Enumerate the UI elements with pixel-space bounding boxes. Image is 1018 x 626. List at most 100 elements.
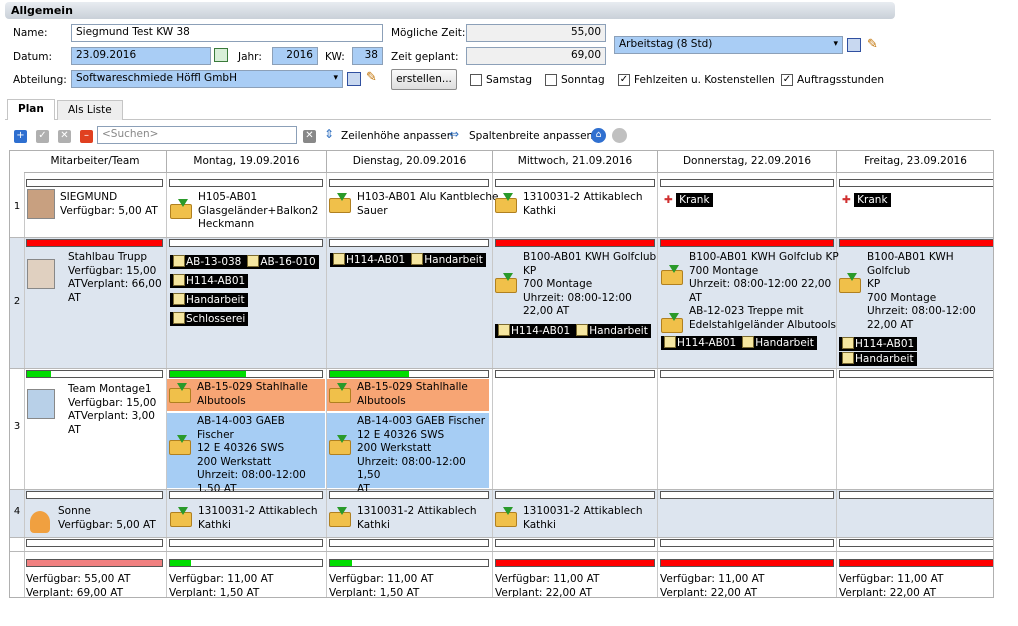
capacity-bar bbox=[26, 491, 163, 499]
spaltenbreite-button[interactable]: Spaltenbreite anpassen bbox=[469, 130, 593, 142]
task-title: AB-14-003 GAEB Fischer bbox=[357, 415, 486, 427]
task-card[interactable]: AB-15-029 Stahlhalle Albutools bbox=[167, 379, 325, 411]
kw-label: KW: bbox=[325, 51, 345, 63]
search-input[interactable]: <Suchen> bbox=[97, 126, 297, 144]
summary-bar bbox=[495, 559, 655, 567]
col-header-mittwoch[interactable]: Mittwoch, 21.09.2016 bbox=[493, 151, 658, 173]
datum-field[interactable]: 23.09.2016 bbox=[71, 47, 211, 65]
task-card[interactable]: AB-14-003 GAEB Fischer 12 E 40326 SWS 20… bbox=[167, 413, 325, 495]
fehlzeiten-label: Fehlzeiten u. Kostenstellen bbox=[634, 74, 775, 86]
zeit-geplant-field: 69,00 bbox=[466, 47, 606, 65]
task-title: H105-AB01 bbox=[198, 191, 258, 203]
plan-grid: Mitarbeiter/Team Montag, 19.09.2016 Dien… bbox=[9, 150, 994, 598]
row-number: 4 bbox=[13, 506, 21, 517]
capacity-bar bbox=[26, 370, 163, 378]
capacity-bar bbox=[660, 539, 834, 547]
tab-plan[interactable]: Plan bbox=[7, 99, 55, 120]
task-card[interactable]: H103-AB01 Alu Kantbleche Sauer bbox=[329, 191, 499, 218]
avatar bbox=[30, 511, 50, 533]
tag-item[interactable]: Handarbeit bbox=[739, 336, 817, 350]
home-icon[interactable]: ⌂ bbox=[591, 128, 606, 143]
task-card[interactable]: 1310031-2 Attikablech Kathki bbox=[495, 191, 643, 218]
task-line: Kathki bbox=[523, 518, 556, 531]
tag-item[interactable]: AB-16-010 bbox=[244, 255, 319, 269]
absence-label: Krank bbox=[676, 193, 713, 207]
remove-icon[interactable]: – bbox=[80, 130, 93, 143]
task-card[interactable]: 1310031-2 Attikablech Kathki bbox=[170, 505, 318, 532]
folder-icon bbox=[495, 273, 519, 293]
absence-card[interactable]: ✚ Krank bbox=[842, 193, 891, 208]
task-title: B100-AB01 KWH Golfclub bbox=[523, 251, 657, 263]
clear-search-icon[interactable]: ✕ bbox=[303, 130, 316, 143]
task-line: Albutools bbox=[357, 394, 406, 407]
add-icon[interactable]: + bbox=[14, 130, 27, 143]
tag-item[interactable]: Schlosserei bbox=[170, 312, 249, 326]
summary-bar bbox=[26, 559, 163, 567]
capacity-bar bbox=[660, 239, 834, 247]
check-icon[interactable]: ✓ bbox=[36, 130, 49, 143]
folder-icon bbox=[661, 313, 685, 333]
task-line: AT bbox=[689, 291, 702, 304]
tag-label: Handarbeit bbox=[855, 352, 914, 365]
task-line: Albutools bbox=[197, 394, 246, 407]
employee-available: Verfügbar: 15,00 bbox=[68, 396, 157, 409]
task-card[interactable]: B100-AB01 KWH Golfclub KP 700 Montage Uh… bbox=[839, 251, 993, 366]
name-field[interactable]: Siegmund Test KW 38 bbox=[71, 24, 383, 42]
tag-item[interactable]: Handarbeit bbox=[839, 351, 917, 366]
tag-item[interactable]: H114-AB01 bbox=[661, 336, 740, 350]
section-header: Allgemein bbox=[5, 2, 895, 19]
task-title: AB-14-003 GAEB Fischer bbox=[197, 415, 285, 441]
zeilenhoehe-button[interactable]: Zeilenhöhe anpassen bbox=[341, 130, 453, 142]
task-card[interactable]: B100-AB01 KWH Golfclub KP 700 Montage Uh… bbox=[495, 251, 656, 338]
sonntag-checkbox[interactable] bbox=[545, 74, 557, 86]
edit-icon[interactable]: ✎ bbox=[366, 70, 377, 85]
col-header-mitarbeiter[interactable]: Mitarbeiter/Team bbox=[24, 151, 167, 173]
calendar-icon[interactable] bbox=[214, 48, 228, 62]
tag-item[interactable]: Handarbeit bbox=[170, 293, 248, 307]
task-card[interactable]: H105-AB01 Glasgeländer+Balkon2 Heckmann bbox=[170, 191, 318, 232]
employee-unit: AT bbox=[68, 291, 81, 304]
task-card[interactable]: 1310031-2 Attikablech Kathki bbox=[495, 505, 643, 532]
kw-field[interactable]: 38 bbox=[352, 47, 383, 65]
erstellen-button[interactable]: erstellen... bbox=[391, 69, 457, 90]
tag-item[interactable]: AB-13-038 bbox=[170, 255, 245, 269]
tag-label: AB-16-010 bbox=[260, 256, 316, 268]
task-card[interactable]: B100-AB01 KWH Golfclub KP 700 Montage Uh… bbox=[661, 251, 839, 351]
tag-item[interactable]: H114-AB01 bbox=[330, 253, 409, 267]
col-header-dienstag[interactable]: Dienstag, 20.09.2016 bbox=[327, 151, 493, 173]
arbeitstag-select[interactable]: Arbeitstag (8 Std) ▾ bbox=[614, 36, 843, 54]
abteilung-select[interactable]: Softwareschmiede Höffl GmbH ▾ bbox=[71, 70, 343, 88]
col-header-montag[interactable]: Montag, 19.09.2016 bbox=[167, 151, 327, 173]
task-card[interactable]: AB-15-029 Stahlhalle Albutools bbox=[327, 379, 489, 411]
list-icon[interactable] bbox=[347, 72, 361, 86]
tag-label: H114-AB01 bbox=[855, 338, 915, 350]
capacity-bar bbox=[169, 179, 323, 187]
tag-item[interactable]: H114-AB01 bbox=[495, 323, 574, 338]
folder-icon bbox=[329, 507, 353, 527]
absence-card[interactable]: ✚ Krank bbox=[664, 193, 713, 208]
samstag-checkbox[interactable] bbox=[470, 74, 482, 86]
task-title: B100-AB01 KWH Golfclub bbox=[867, 251, 954, 277]
col-header-freitag[interactable]: Freitag, 23.09.2016 bbox=[837, 151, 993, 173]
tag-item[interactable]: H114-AB01 bbox=[170, 274, 249, 288]
col-header-donnerstag[interactable]: Donnerstag, 22.09.2016 bbox=[658, 151, 837, 173]
task-line: 200 Werkstatt bbox=[357, 442, 432, 454]
list-icon[interactable] bbox=[847, 38, 861, 52]
tab-als-liste[interactable]: Als Liste bbox=[57, 100, 123, 120]
task-title: 1310031-2 Attikablech bbox=[523, 505, 643, 517]
task-card[interactable]: AB-14-003 GAEB Fischer 12 E 40326 SWS 20… bbox=[327, 413, 489, 495]
tag-item[interactable]: Handarbeit bbox=[408, 253, 486, 267]
tag-item[interactable]: H114-AB01 bbox=[839, 337, 918, 351]
column-width-icon: ⇔ bbox=[449, 127, 460, 141]
edit-icon[interactable]: ✎ bbox=[867, 37, 878, 52]
cross-icon[interactable]: ✕ bbox=[58, 130, 71, 143]
jahr-field[interactable]: 2016 bbox=[272, 47, 318, 65]
fehlzeiten-checkbox[interactable]: ✓ bbox=[618, 74, 630, 86]
absence-label: Krank bbox=[854, 193, 891, 207]
tag-item[interactable]: Handarbeit bbox=[573, 323, 651, 338]
task-card[interactable]: 1310031-2 Attikablech Kathki bbox=[329, 505, 477, 532]
capacity-bar bbox=[495, 491, 655, 499]
employee-available: Verfügbar: 5,00 AT bbox=[58, 518, 156, 531]
auftragsstunden-checkbox[interactable]: ✓ bbox=[781, 74, 793, 86]
tag-label: H114-AB01 bbox=[346, 254, 406, 266]
